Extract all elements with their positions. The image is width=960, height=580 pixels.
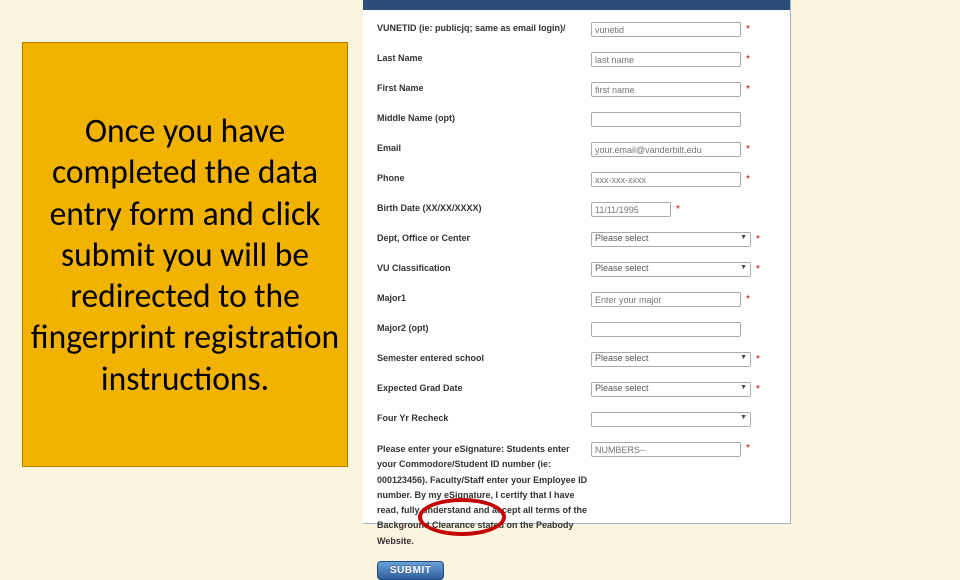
label-graddate: Expected Grad Date: [377, 382, 591, 396]
required-mark: *: [746, 23, 750, 37]
input-middlename[interactable]: [591, 112, 741, 127]
row-vunetid: VUNETID (ie: publicjq; same as email log…: [377, 22, 776, 38]
row-vuclass: VU Classification Please select *: [377, 262, 776, 278]
row-middlename: Middle Name (opt): [377, 112, 776, 128]
label-semester: Semester entered school: [377, 352, 591, 366]
select-semester[interactable]: Please select: [591, 352, 751, 367]
select-dept[interactable]: Please select: [591, 232, 751, 247]
label-vuclass: VU Classification: [377, 262, 591, 276]
select-vuclass[interactable]: Please select: [591, 262, 751, 277]
required-mark: *: [746, 442, 750, 456]
input-email[interactable]: [591, 142, 741, 157]
label-major1: Major1: [377, 292, 591, 306]
input-vunetid[interactable]: [591, 22, 741, 37]
row-major1: Major1 *: [377, 292, 776, 308]
required-mark: *: [756, 353, 760, 367]
input-birthdate[interactable]: [591, 202, 671, 217]
label-dept: Dept, Office or Center: [377, 232, 591, 246]
label-major2: Major2 (opt): [377, 322, 591, 336]
row-major2: Major2 (opt): [377, 322, 776, 338]
input-major2[interactable]: [591, 322, 741, 337]
required-mark: *: [756, 263, 760, 277]
label-phone: Phone: [377, 172, 591, 186]
row-lastname: Last Name *: [377, 52, 776, 68]
label-birthdate: Birth Date (XX/XX/XXXX): [377, 202, 591, 216]
form-header-bar: [363, 0, 790, 10]
label-email: Email: [377, 142, 591, 156]
label-middlename: Middle Name (opt): [377, 112, 591, 126]
row-semester: Semester entered school Please select *: [377, 352, 776, 368]
label-lastname: Last Name: [377, 52, 591, 66]
input-phone[interactable]: [591, 172, 741, 187]
esig-instructions: Please enter your eSignature: Students e…: [377, 442, 591, 549]
required-mark: *: [676, 203, 680, 217]
required-mark: *: [746, 293, 750, 307]
label-firstname: First Name: [377, 82, 591, 96]
required-mark: *: [746, 83, 750, 97]
label-fouryr: Four Yr Recheck: [377, 412, 591, 426]
input-lastname[interactable]: [591, 52, 741, 67]
form-body: VUNETID (ie: publicjq; same as email log…: [363, 10, 790, 559]
required-mark: *: [746, 53, 750, 67]
required-mark: *: [746, 143, 750, 157]
submit-button[interactable]: SUBMIT: [377, 561, 444, 580]
row-birthdate: Birth Date (XX/XX/XXXX) *: [377, 202, 776, 218]
row-email: Email *: [377, 142, 776, 158]
row-graddate: Expected Grad Date Please select *: [377, 382, 776, 398]
required-mark: *: [756, 383, 760, 397]
required-mark: *: [746, 173, 750, 187]
row-esig: Please enter your eSignature: Students e…: [377, 442, 776, 549]
input-firstname[interactable]: [591, 82, 741, 97]
row-fouryr: Four Yr Recheck: [377, 412, 776, 428]
submit-row: SUBMIT: [363, 559, 790, 580]
input-major1[interactable]: [591, 292, 741, 307]
form-panel: VUNETID (ie: publicjq; same as email log…: [363, 0, 791, 524]
row-phone: Phone *: [377, 172, 776, 188]
select-graddate[interactable]: Please select: [591, 382, 751, 397]
instruction-callout: Once you have completed the data entry f…: [22, 42, 348, 467]
required-mark: *: [756, 233, 760, 247]
instruction-text: Once you have completed the data entry f…: [29, 110, 341, 398]
label-vunetid: VUNETID (ie: publicjq; same as email log…: [377, 22, 591, 36]
row-dept: Dept, Office or Center Please select *: [377, 232, 776, 248]
input-esig[interactable]: [591, 442, 741, 457]
select-fouryr[interactable]: [591, 412, 751, 427]
row-firstname: First Name *: [377, 82, 776, 98]
